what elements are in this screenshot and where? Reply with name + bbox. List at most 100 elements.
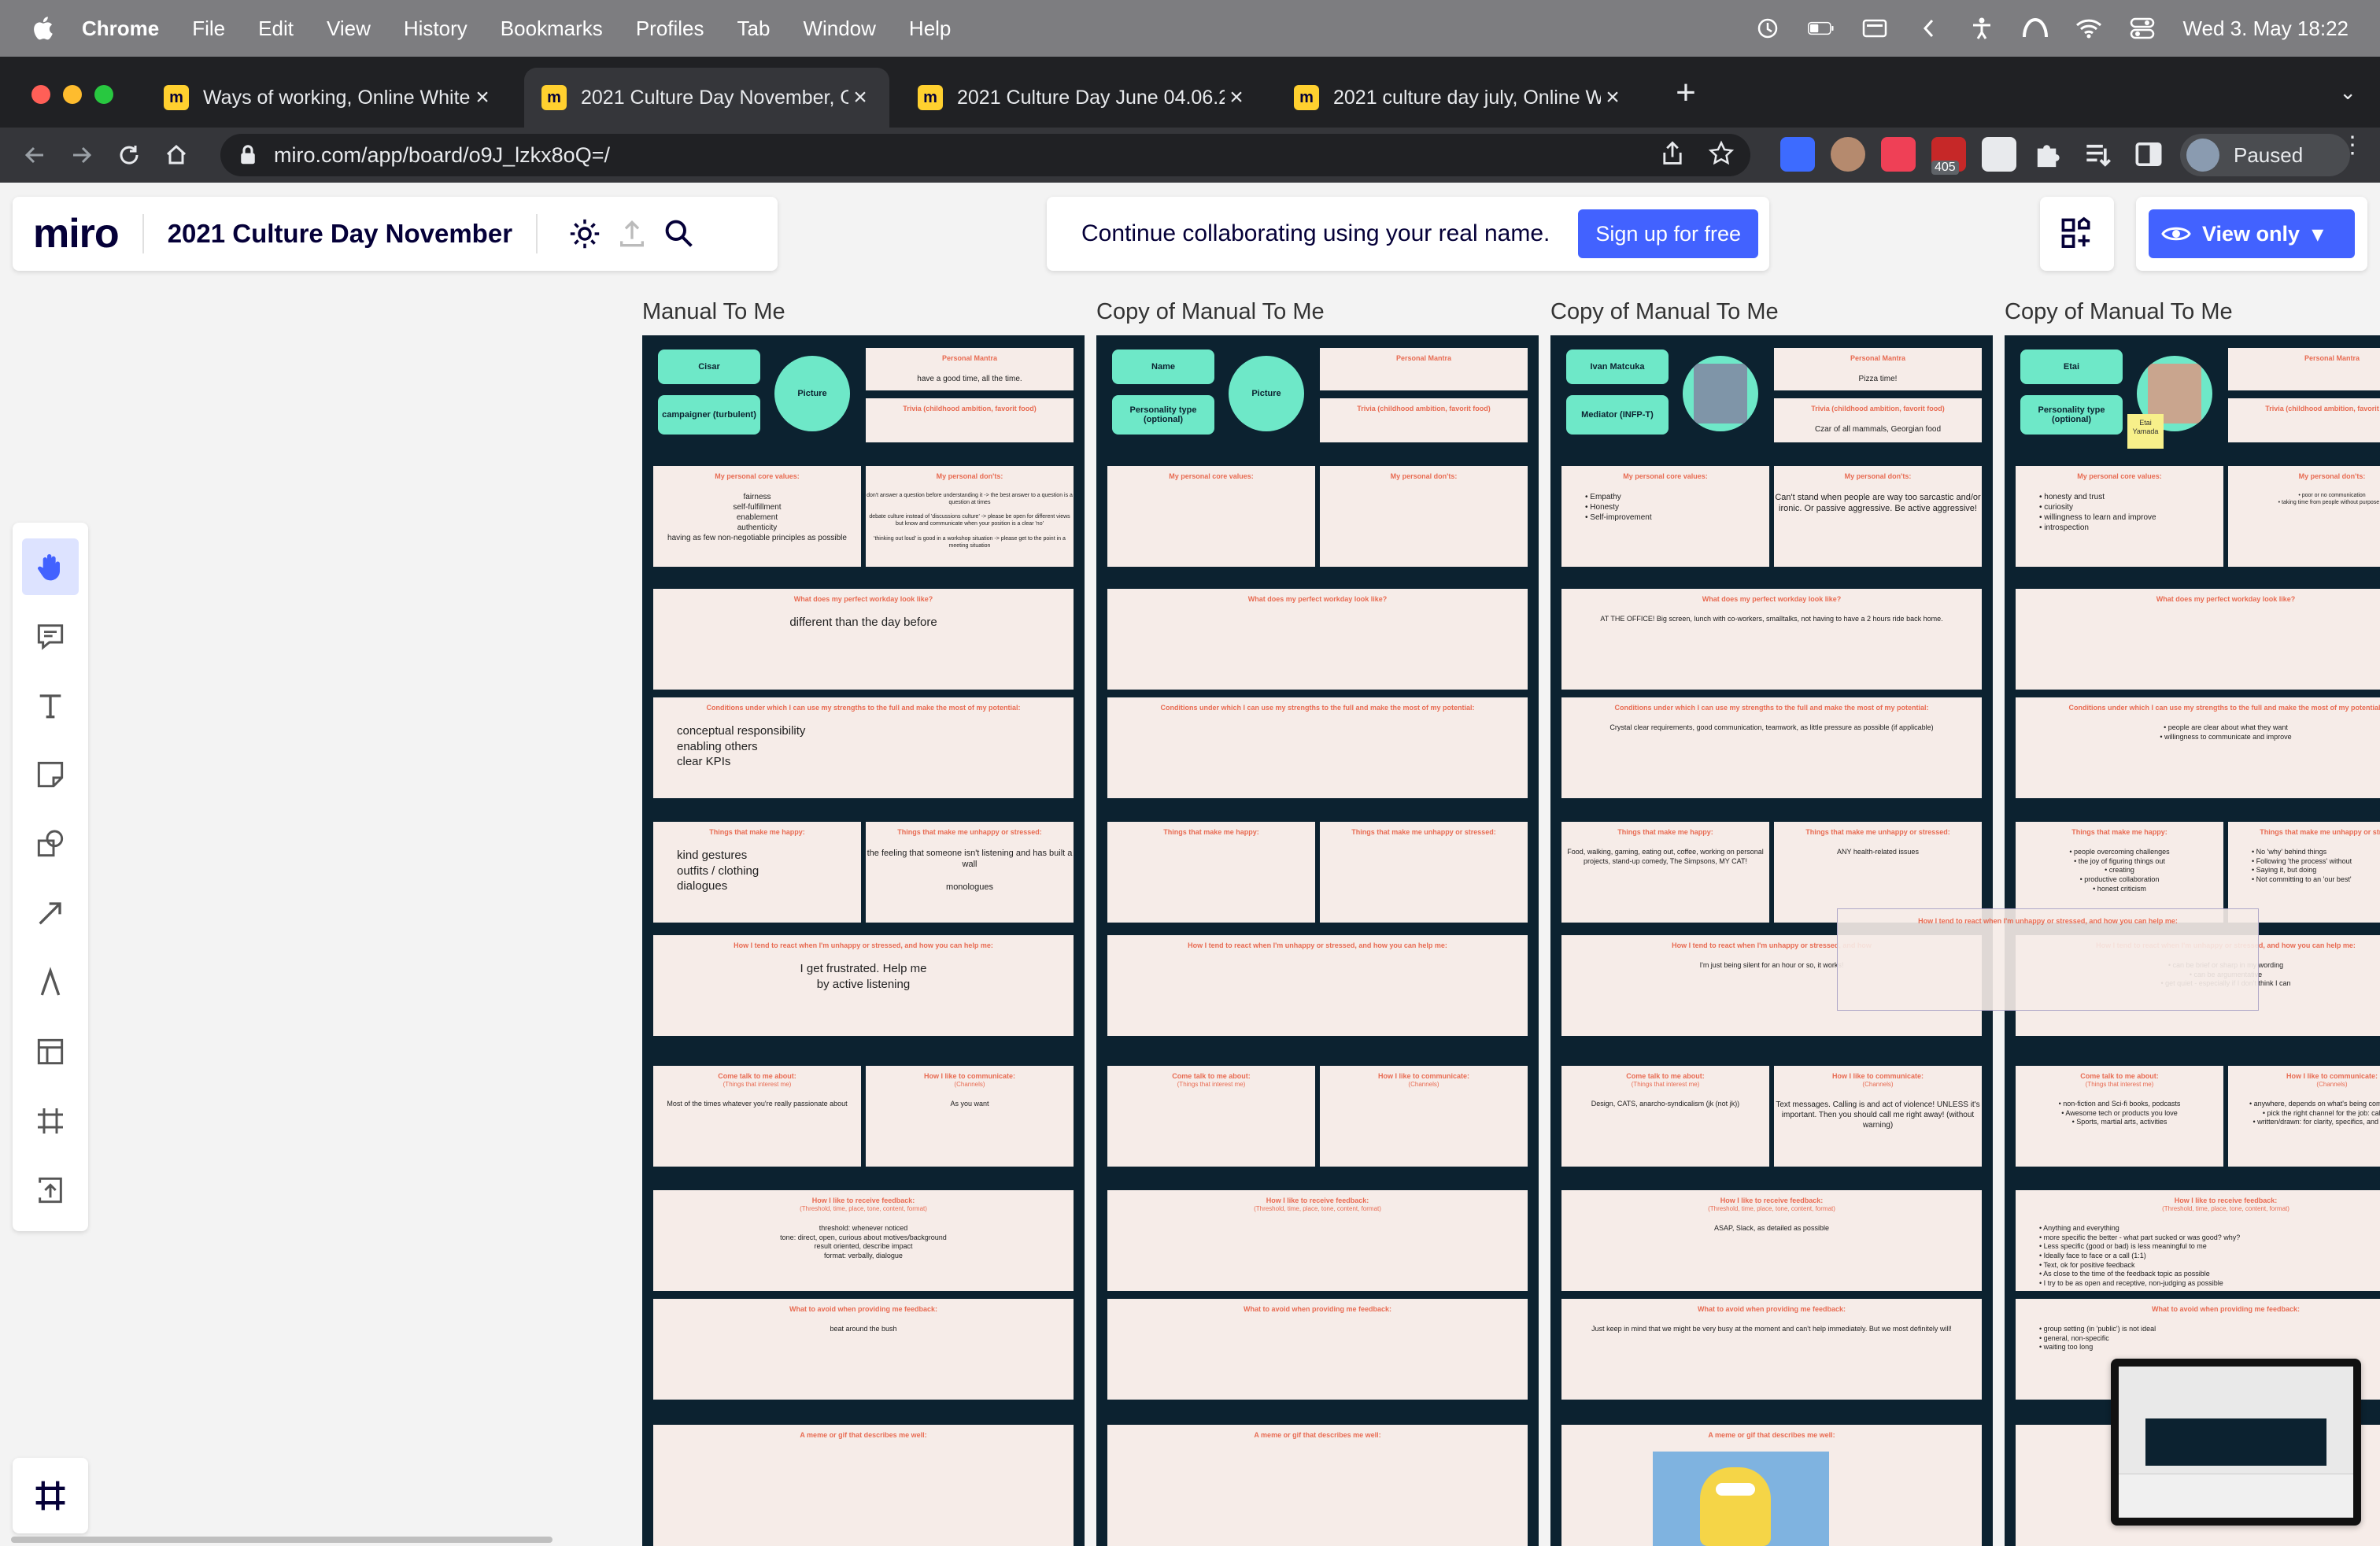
export-upload-icon[interactable] [608, 210, 656, 257]
shapes-tool-icon[interactable] [22, 816, 79, 872]
feedback-card[interactable]: How I like to receive feedback: (Threshol… [653, 1190, 1074, 1291]
personality-type-pill[interactable]: Mediator (INFP-T) [1566, 395, 1669, 435]
unhappy-card[interactable]: Things that make me unhappy or stressed:… [2228, 822, 2380, 923]
unhappy-card[interactable]: Things that make me unhappy or stressed:… [866, 822, 1074, 923]
control-center-icon[interactable] [2129, 17, 2156, 40]
picture-circle[interactable]: Picture [1229, 356, 1304, 431]
apple-icon[interactable] [31, 15, 54, 42]
home-button[interactable] [153, 131, 200, 179]
menu-chrome[interactable]: Chrome [82, 17, 159, 41]
pen-tool-icon[interactable] [22, 954, 79, 1011]
tab-culture-day-november[interactable]: m 2021 Culture Day November, O × [524, 68, 889, 128]
frame-title[interactable]: Copy of Manual To Me [1096, 299, 1325, 325]
communicate-card[interactable]: How I like to communicate: (Channels) Text… [1774, 1066, 1982, 1167]
avoid-feedback-card[interactable]: What to avoid when providing me feedback… [653, 1299, 1074, 1400]
tab-close-icon[interactable]: × [1225, 84, 1248, 111]
mantra-card[interactable]: Personal Mantra [1320, 348, 1528, 390]
miro-canvas[interactable]: miro 2021 Culture Day November Continue … [0, 183, 2380, 1546]
core-values-card[interactable]: My personal core values: fairness self-fu… [653, 466, 861, 567]
frames-panel-button[interactable] [13, 1458, 88, 1533]
minimize-window-button[interactable] [63, 85, 82, 104]
picture-circle[interactable]: Picture [774, 356, 850, 431]
donts-card[interactable]: My personal don'ts: Can't stand when peop… [1774, 466, 1982, 567]
frame-title[interactable]: Copy of Manual To Me [2005, 299, 2233, 325]
happy-card[interactable]: Things that make me happy: kind gestures … [653, 822, 861, 923]
menu-history[interactable]: History [404, 17, 468, 41]
menu-view[interactable]: View [327, 17, 371, 41]
templates-tool-icon[interactable] [22, 1023, 79, 1080]
menu-tab[interactable]: Tab [737, 17, 771, 41]
menu-bookmarks[interactable]: Bookmarks [501, 17, 603, 41]
trivia-card[interactable]: Trivia (childhood ambition, favorit food… [2228, 398, 2380, 442]
mantra-card[interactable]: Personal Mantra have a good time, all the… [866, 348, 1074, 390]
happy-card[interactable]: Things that make me happy: • people overc… [2016, 822, 2223, 923]
battery-icon[interactable] [1808, 17, 1835, 40]
name-pill[interactable]: Name [1112, 350, 1214, 384]
talk-about-card[interactable]: Come talk to me about: (Things that inter… [1561, 1066, 1769, 1167]
feedback-card[interactable]: How I like to receive feedback: (Threshol… [1107, 1190, 1528, 1291]
miro-logo[interactable]: miro [33, 210, 120, 257]
tab-culture-day-july[interactable]: m 2021 culture day july, Online W × [1277, 68, 1642, 128]
workday-card[interactable]: What does my perfect workday look like? d… [653, 589, 1074, 690]
accessibility-icon[interactable] [1968, 17, 1995, 40]
manual-to-me-frame[interactable]: Name Personality type (optional) Picture Pe… [1096, 335, 1539, 1546]
talk-about-card[interactable]: Come talk to me about: (Things that inter… [2016, 1066, 2223, 1167]
happy-card[interactable]: Things that make me happy: [1107, 822, 1315, 923]
name-pill[interactable]: Etai [2020, 350, 2123, 384]
frame-title[interactable]: Copy of Manual To Me [1550, 299, 1779, 325]
trivia-card[interactable]: Trivia (childhood ambition, favorit food… [866, 398, 1074, 442]
meme-card[interactable]: A meme or gif that describes me well: [653, 1425, 1074, 1546]
menubar-clock[interactable]: Wed 3. May 18:22 [2182, 17, 2349, 41]
picture-circle[interactable] [1683, 356, 1758, 431]
workday-card[interactable]: What does my perfect workday look like? [2016, 589, 2380, 690]
menu-edit[interactable]: Edit [258, 17, 294, 41]
manual-to-me-frame[interactable]: Cisar campaigner (turbulent) Picture Person… [642, 335, 1085, 1546]
unhappy-card[interactable]: Things that make me unhappy or stressed: [1320, 822, 1528, 923]
trivia-card[interactable]: Trivia (childhood ambition, favorit food… [1774, 398, 1982, 442]
happy-card[interactable]: Things that make me happy: Food, walking,… [1561, 822, 1769, 923]
text-tool-icon[interactable] [22, 677, 79, 734]
close-window-button[interactable] [31, 85, 50, 104]
wifi-icon[interactable] [2075, 17, 2102, 40]
chrome-menu-icon[interactable]: ⋮ [2341, 134, 2364, 157]
menu-window[interactable]: Window [803, 17, 875, 41]
donts-card[interactable]: My personal don'ts: • poor or no communic… [2228, 466, 2380, 567]
frame-tool-icon[interactable] [22, 1093, 79, 1149]
menu-profiles[interactable]: Profiles [636, 17, 704, 41]
menu-help[interactable]: Help [909, 17, 951, 41]
extensions-puzzle-icon[interactable] [2031, 137, 2065, 172]
tab-close-icon[interactable]: × [848, 84, 872, 111]
react-card[interactable]: How I tend to react when I'm unhappy or … [1107, 935, 1528, 1036]
donts-card[interactable]: My personal don'ts: [1320, 466, 1528, 567]
settings-gear-icon[interactable] [561, 210, 608, 257]
chevron-left-icon[interactable] [1915, 17, 1942, 40]
connection-line-tool-icon[interactable] [22, 885, 79, 941]
zoom-window-button[interactable] [94, 85, 113, 104]
avoid-feedback-card[interactable]: What to avoid when providing me feedback… [1561, 1299, 1982, 1400]
tab-ways-of-working[interactable]: m Ways of working, Online Whitel × [146, 68, 512, 128]
reading-list-icon[interactable] [2081, 137, 2116, 172]
personality-type-pill[interactable]: Personality type (optional) [2020, 395, 2123, 435]
feedback-card[interactable]: How I like to receive feedback: (Threshol… [2016, 1190, 2380, 1291]
sticky-note-tool-icon[interactable] [22, 746, 79, 803]
extension-avatar-icon[interactable] [1831, 137, 1865, 172]
bitwarden-extension-icon[interactable] [1780, 137, 1815, 172]
share-icon[interactable] [1659, 140, 1686, 167]
donts-card[interactable]: My personal don'ts: don't answer a questi… [866, 466, 1074, 567]
personality-type-pill[interactable]: campaigner (turbulent) [658, 395, 760, 435]
sign-up-button[interactable]: Sign up for free [1578, 209, 1758, 258]
extension-cube-icon[interactable] [1982, 137, 2016, 172]
lock-icon[interactable] [236, 143, 260, 167]
communicate-card[interactable]: How I like to communicate: (Channels) • an… [2228, 1066, 2380, 1167]
profile-paused-button[interactable]: Paused [2180, 134, 2350, 176]
upload-tool-icon[interactable] [22, 1162, 79, 1219]
sticky-note[interactable]: Etai Yamada [2127, 414, 2164, 449]
vpn-icon[interactable] [2022, 17, 2049, 40]
personality-type-pill[interactable]: Personality type (optional) [1112, 395, 1214, 435]
board-title[interactable]: 2021 Culture Day November [168, 219, 512, 249]
feedback-card[interactable]: How I like to receive feedback: (Threshol… [1561, 1190, 1982, 1291]
minimap[interactable] [2111, 1359, 2361, 1526]
name-pill[interactable]: Cisar [658, 350, 760, 384]
back-button[interactable] [11, 131, 58, 179]
new-tab-button[interactable]: + [1669, 76, 1703, 110]
